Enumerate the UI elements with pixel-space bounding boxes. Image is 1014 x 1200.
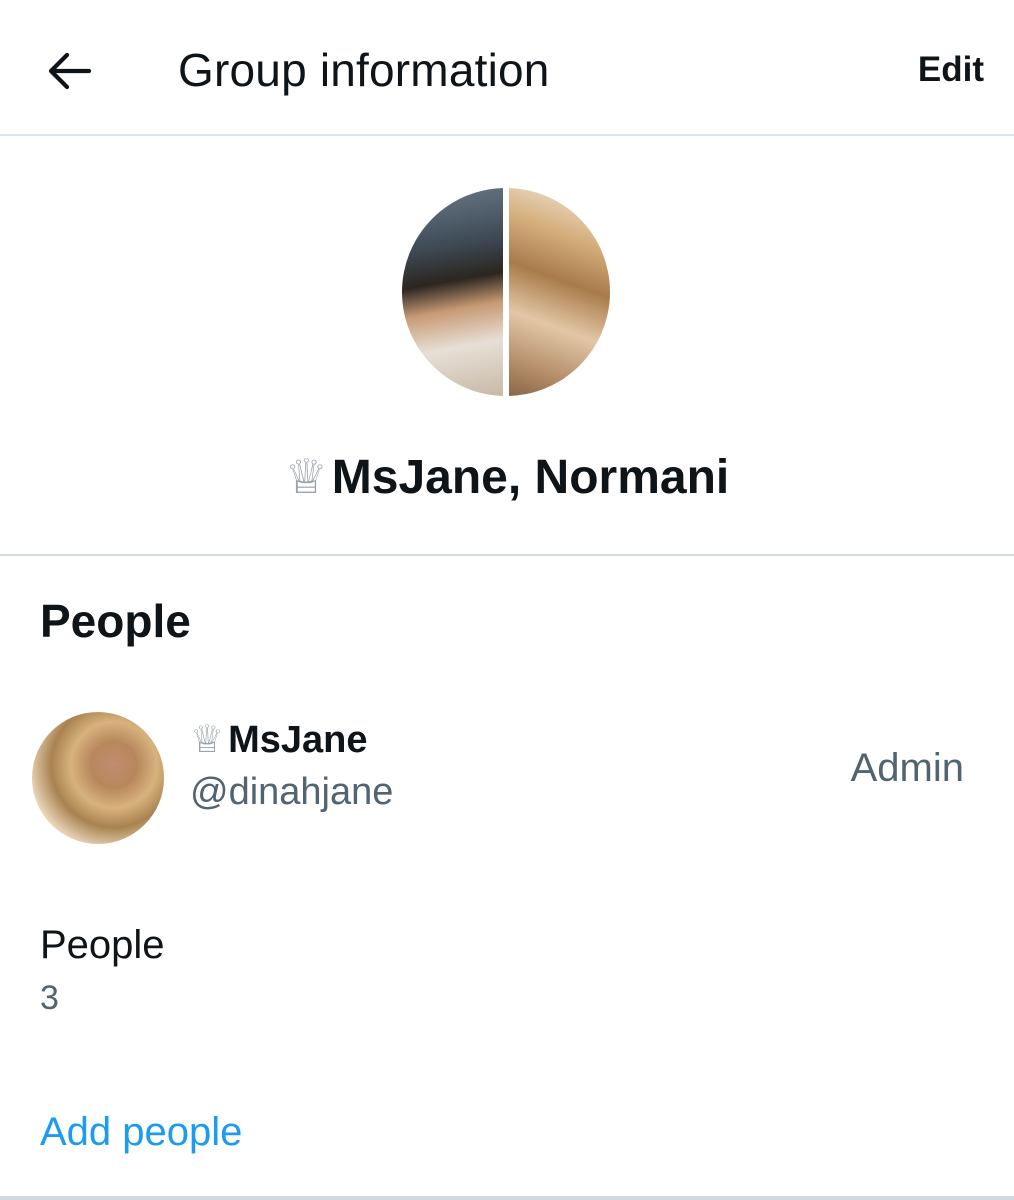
crown-icon: ♕	[284, 451, 328, 504]
arrow-left-icon	[48, 52, 91, 90]
member-name-text: MsJane	[228, 719, 368, 761]
member-role-badge: Admin	[850, 746, 964, 790]
member-display-name: ♕ MsJane	[190, 716, 367, 764]
group-name-text: MsJane, Normani	[331, 451, 730, 504]
divider	[0, 1196, 1014, 1200]
page-title: Group information	[178, 44, 550, 96]
avatar[interactable]	[32, 712, 164, 844]
group-avatar-photo-right	[509, 188, 610, 396]
group-name: ♕MsJane, Normani	[0, 446, 1014, 510]
people-count-label: People	[40, 923, 165, 967]
add-people-link[interactable]: Add people	[40, 1106, 242, 1158]
top-bar: Group information Edit	[0, 0, 1014, 136]
crown-icon: ♕	[190, 719, 225, 761]
group-avatar[interactable]	[402, 188, 610, 396]
back-button[interactable]	[36, 38, 102, 104]
group-header: ♕MsJane, Normani	[0, 136, 1014, 556]
group-avatar-photo-left	[402, 188, 503, 396]
people-section-title: People	[40, 595, 191, 647]
member-row[interactable]: ♕ MsJane @dinahjane Admin	[0, 700, 1014, 860]
edit-button[interactable]: Edit	[918, 46, 984, 94]
people-count-value: 3	[40, 979, 59, 1017]
member-handle: @dinahjane	[190, 771, 394, 813]
